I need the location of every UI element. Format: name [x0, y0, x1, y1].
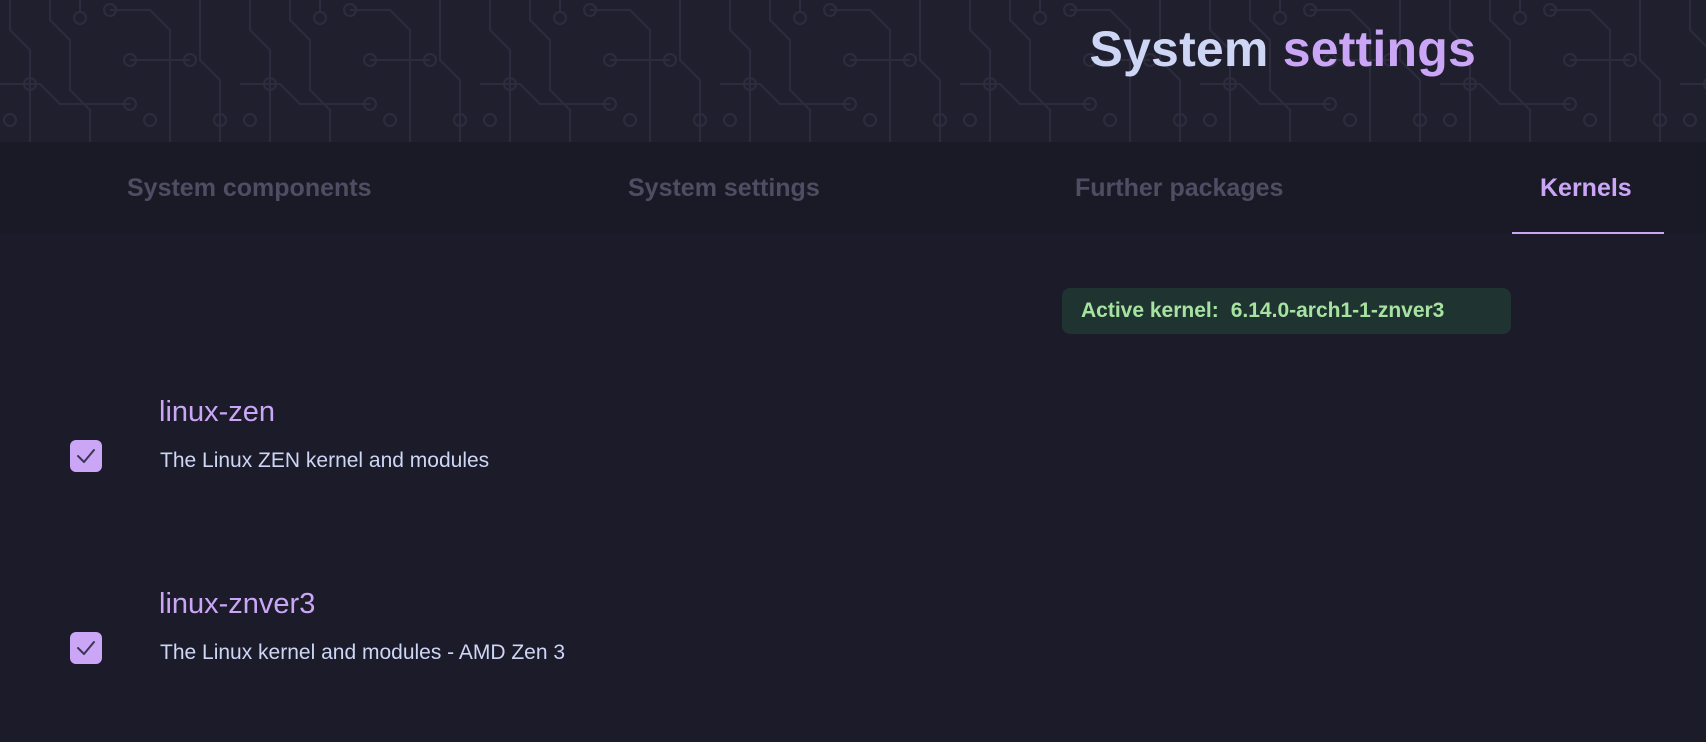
tab-kernels[interactable]: Kernels	[1540, 142, 1632, 234]
active-kernel-value: 6.14.0-arch1-1-znver3	[1230, 299, 1445, 322]
active-kernel-badge: Active kernel: 6.14.0-arch1-1-znver3	[1062, 288, 1511, 334]
kernel-checkbox-linux-zen[interactable]	[70, 440, 102, 472]
kernel-name: linux-znver3	[159, 588, 316, 620]
checkmark-icon	[77, 641, 95, 655]
checkmark-icon	[77, 449, 95, 463]
tab-bar: System components System settings Furthe…	[0, 142, 1706, 235]
app-window: System settings System components System…	[0, 0, 1706, 742]
header: System settings	[0, 0, 1706, 142]
page-title-part1: System	[1089, 21, 1269, 77]
kernel-checkbox-linux-znver3[interactable]	[70, 632, 102, 664]
tab-further-packages[interactable]: Further packages	[1075, 142, 1283, 234]
list-item: linux-znver3 The Linux kernel and module…	[0, 588, 1706, 706]
page-title-part2: settings	[1282, 21, 1476, 77]
kernels-panel: Active kernel: 6.14.0-arch1-1-znver3 lin…	[0, 234, 1706, 742]
tab-system-components[interactable]: System components	[127, 142, 372, 234]
tab-system-settings[interactable]: System settings	[628, 142, 820, 234]
kernel-description: The Linux kernel and modules - AMD Zen 3	[160, 641, 566, 664]
page-title: System settings	[1090, 20, 1477, 78]
active-kernel-label: Active kernel:	[1081, 299, 1219, 322]
list-item: linux-zen The Linux ZEN kernel and modul…	[0, 396, 1706, 514]
kernel-description: The Linux ZEN kernel and modules	[160, 449, 490, 472]
kernel-name: linux-zen	[159, 396, 276, 428]
